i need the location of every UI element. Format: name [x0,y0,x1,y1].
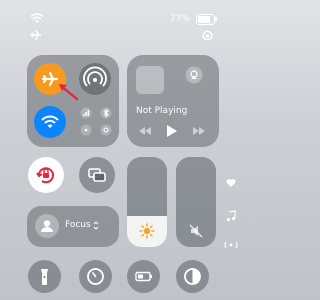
bluetooth-icon[interactable] [100,107,112,119]
antenna-icon [224,241,238,249]
battery-tip [215,17,217,21]
battery-icon [196,14,215,25]
play-icon[interactable] [166,124,178,138]
flashlight-button[interactable] [28,260,61,293]
volume-slider[interactable] [176,157,216,247]
album-art-placeholder [136,66,164,94]
wifi-icon [30,13,44,23]
media-status: Not Playing [136,106,188,116]
battery-percent: 77% [170,14,191,24]
personal-hotspot-icon[interactable] [80,124,92,136]
chevron-updown-icon [93,221,99,230]
cellular-icon[interactable] [80,107,92,119]
flashlight-icon [41,269,48,285]
airplay-icon[interactable] [185,66,203,84]
battery-mode-button[interactable] [127,260,160,293]
dark-mode-icon [184,268,201,285]
airplane-icon [31,29,41,41]
mute-icon [189,224,203,238]
dark-mode-button[interactable] [176,260,209,293]
brightness-icon [139,223,155,239]
vpn-icon[interactable] [100,124,112,136]
heart-icon [226,179,236,187]
fast-forward-icon[interactable] [192,126,206,136]
annotation-arrow [59,84,79,101]
orientation-lock-toggle-icon [36,167,54,184]
timer-icon [87,268,104,285]
screen-mirroring-icon [88,168,106,182]
orientation-lock-button[interactable] [28,157,64,193]
battery-fill [198,16,210,23]
airdrop-button[interactable] [79,63,111,95]
rewind-icon[interactable] [138,126,152,136]
focus-button[interactable]: Focus [27,206,119,247]
focus-avatar [35,214,59,238]
music-note-icon [226,210,236,222]
focus-label: Focus [65,220,91,230]
wifi-toggle-icon [41,115,59,128]
orientation-lock-icon [202,30,213,41]
screen-mirroring-button[interactable] [79,157,115,193]
wifi-button[interactable] [34,106,66,138]
timer-button[interactable] [79,260,112,293]
brightness-slider[interactable] [127,157,167,247]
airdrop-icon [83,66,107,87]
person-icon [41,220,53,232]
battery-mode-icon [135,271,152,282]
